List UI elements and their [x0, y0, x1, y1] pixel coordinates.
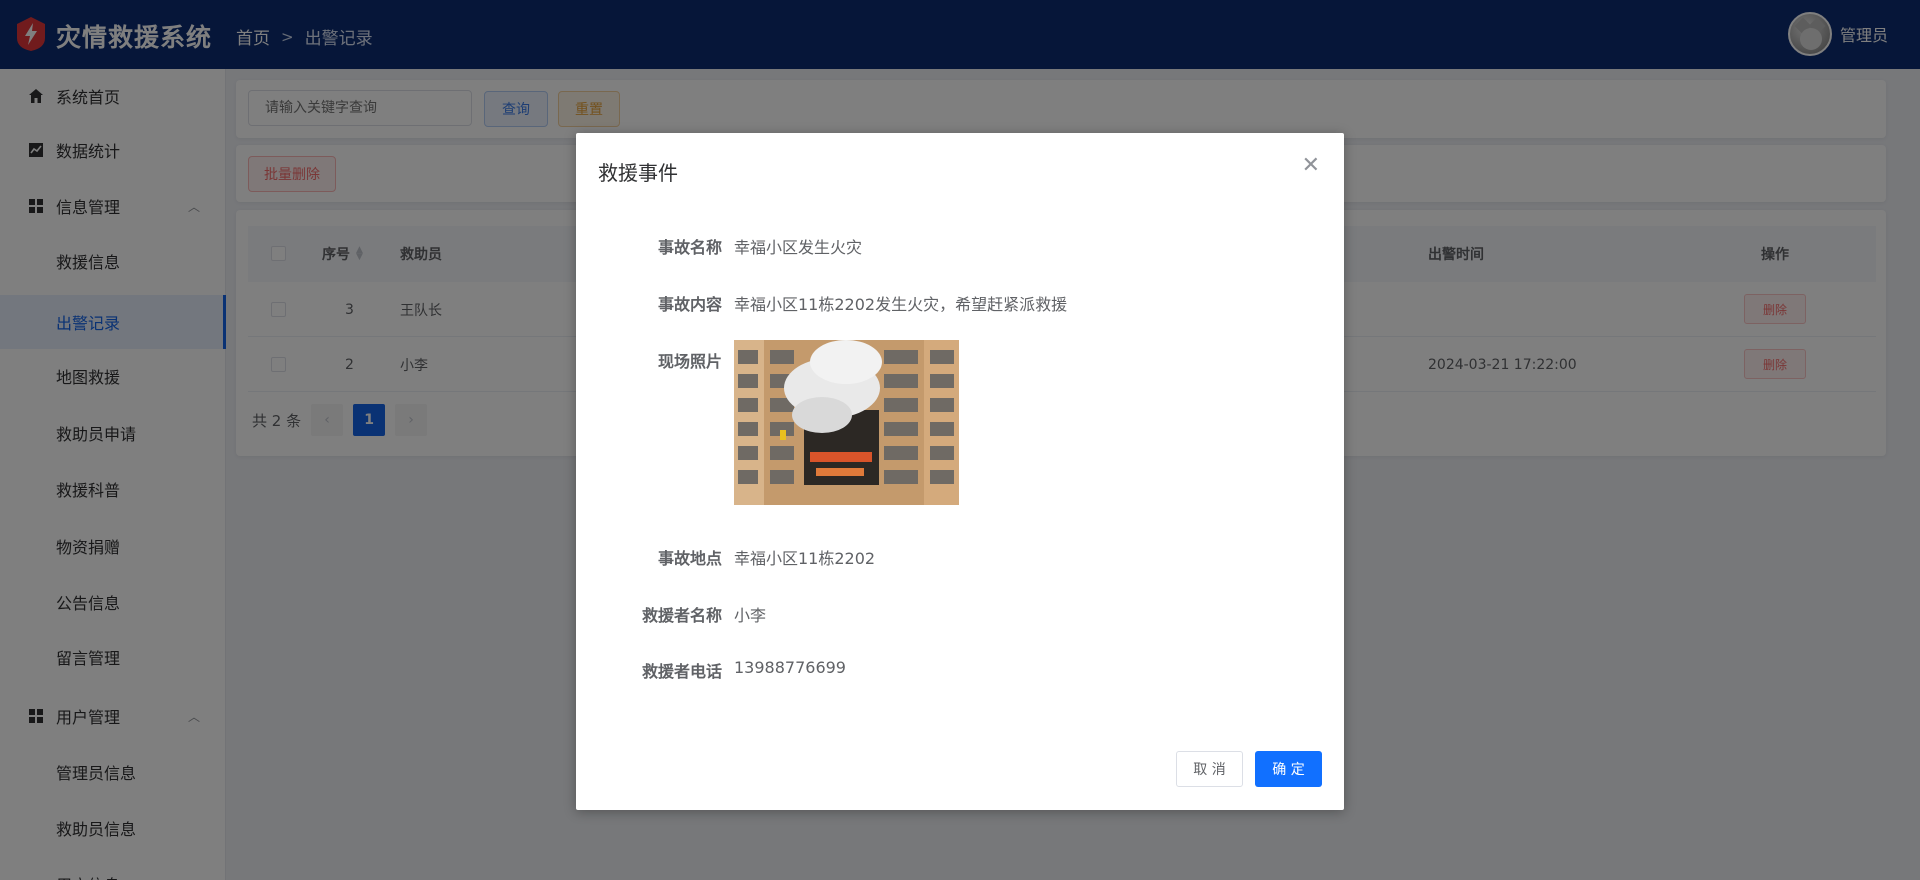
incident-name-label: 事故名称	[657, 238, 722, 257]
rescuer-name-value: 小李	[734, 606, 767, 625]
incident-content-value: 幸福小区11栋2202发生火灾，希望赶紧派救援	[734, 295, 1068, 314]
incident-name-value: 幸福小区发生火灾	[734, 238, 863, 257]
scene-photo-label: 现场照片	[657, 352, 722, 371]
incident-content-label: 事故内容	[657, 295, 722, 314]
close-icon[interactable]: ✕	[1302, 153, 1320, 178]
confirm-button[interactable]: 确 定	[1255, 751, 1322, 787]
rescuer-phone-label: 救援者电话	[641, 662, 722, 681]
rescue-event-dialog: 救援事件 ✕ 事故名称 幸福小区发生火灾 事故内容 幸福小区11栋2202发生火…	[576, 133, 1344, 810]
scene-photo	[734, 340, 959, 505]
rescuer-name-label: 救援者名称	[641, 606, 722, 625]
building-fire-image	[734, 340, 959, 505]
incident-location-value: 幸福小区11栋2202	[734, 549, 876, 568]
cancel-button[interactable]: 取 消	[1176, 751, 1243, 787]
rescuer-phone-value: 13988776699	[734, 658, 846, 677]
dialog-title: 救援事件	[598, 161, 678, 185]
incident-location-label: 事故地点	[657, 549, 722, 568]
